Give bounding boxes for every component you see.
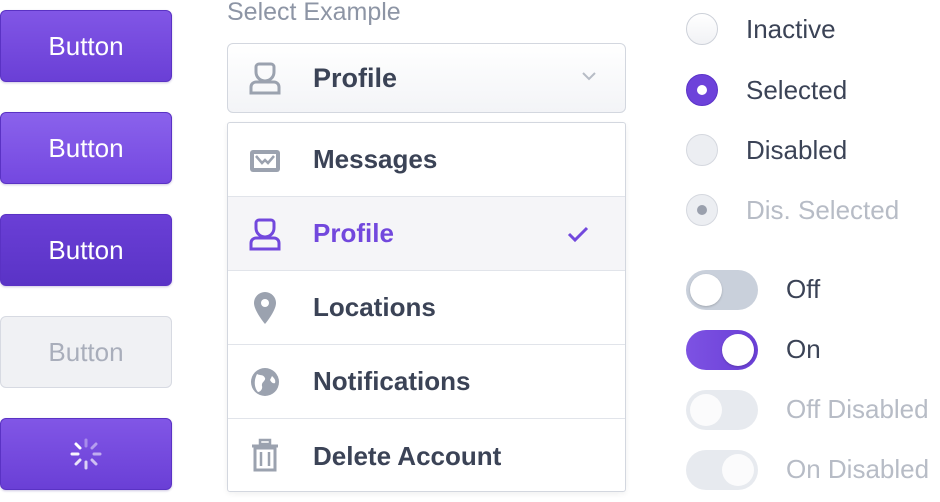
toggle-label: On Disabled	[786, 454, 930, 484]
menu-item-messages[interactable]: Messages	[228, 123, 625, 197]
menu-item-notifications[interactable]: Notifications	[228, 345, 625, 419]
toggle-switch[interactable]	[686, 330, 758, 370]
primary-button-active[interactable]: Button	[0, 214, 172, 286]
chevron-down-icon	[582, 72, 596, 81]
radio-button[interactable]	[686, 13, 718, 45]
radio-inactive[interactable]: Inactive	[686, 9, 836, 49]
select-dropdown[interactable]: Profile	[227, 43, 626, 113]
menu-item-profile[interactable]: Profile	[228, 197, 625, 271]
toggle-switch	[686, 390, 758, 430]
trash-icon	[252, 438, 278, 472]
toggle-label: On	[786, 334, 821, 364]
primary-button-loading[interactable]	[0, 418, 172, 490]
radio-disabled: Disabled	[686, 130, 847, 170]
primary-button[interactable]: Button	[0, 10, 172, 82]
spinner-icon	[70, 438, 102, 470]
primary-button-disabled: Button	[0, 316, 172, 388]
radio-button[interactable]	[686, 74, 718, 106]
radio-selected[interactable]: Selected	[686, 70, 847, 110]
toggle-knob	[722, 454, 754, 486]
radio-button	[686, 134, 718, 166]
toggle-label: Off Disabled	[786, 394, 929, 424]
radio-disabled-selected: Dis. Selected	[686, 190, 899, 230]
menu-item-locations[interactable]: Locations	[228, 271, 625, 345]
select-label: Select Example	[227, 0, 401, 26]
radio-label: Inactive	[746, 13, 836, 44]
checkmark-icon	[567, 226, 589, 242]
location-pin-icon	[254, 292, 276, 324]
menu-item-label: Notifications	[313, 366, 471, 396]
toggle-knob	[690, 274, 722, 306]
select-menu: Messages Profile Locations Notifications	[227, 122, 626, 492]
primary-button-hover[interactable]: Button	[0, 112, 172, 184]
profile-icon	[249, 218, 281, 251]
toggle-switch	[686, 450, 758, 490]
toggle-knob	[690, 394, 722, 426]
globe-icon	[251, 368, 279, 396]
toggle-switch[interactable]	[686, 270, 758, 310]
profile-icon	[249, 62, 281, 95]
select-value: Profile	[313, 62, 398, 93]
radio-button	[686, 194, 718, 226]
menu-item-delete-account[interactable]: Delete Account	[228, 419, 625, 493]
radio-label: Selected	[746, 74, 848, 105]
menu-item-label: Messages	[313, 144, 438, 174]
menu-item-label: Locations	[313, 292, 436, 322]
menu-item-label: Profile	[313, 218, 394, 248]
toggle-label: Off	[786, 274, 821, 304]
menu-item-label: Delete Account	[313, 440, 502, 471]
messages-icon	[250, 150, 280, 172]
radio-label: Dis. Selected	[746, 194, 900, 225]
radio-label: Disabled	[746, 134, 848, 165]
toggle-knob	[722, 334, 754, 366]
